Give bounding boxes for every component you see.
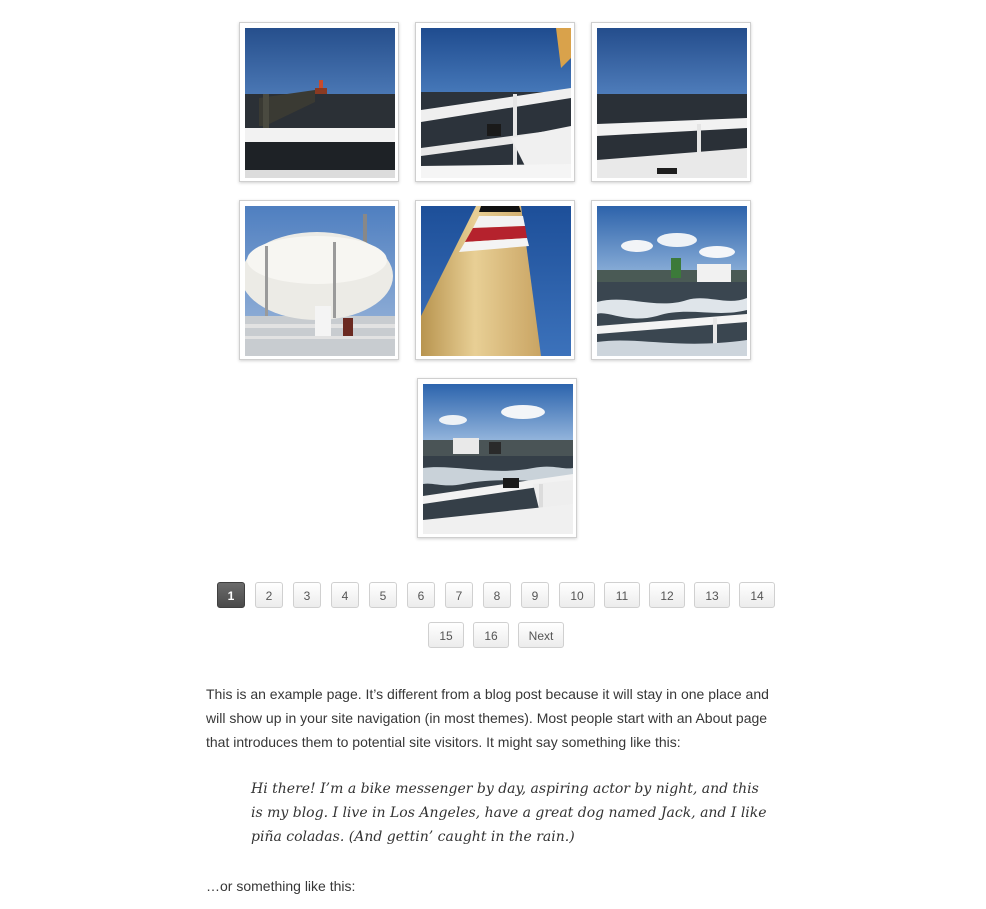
page-link-6[interactable]: 6	[407, 582, 435, 608]
photo-pier	[245, 28, 395, 178]
page-link-2[interactable]: 2	[255, 582, 283, 608]
page-link-10[interactable]: 10	[559, 582, 595, 608]
photo-horizon	[597, 28, 747, 178]
photo-funnel	[421, 206, 571, 356]
page-link-9[interactable]: 9	[521, 582, 549, 608]
page-link-11[interactable]: 11	[604, 582, 640, 608]
page-link-13[interactable]: 13	[694, 582, 730, 608]
gallery-thumbnail[interactable]	[591, 22, 751, 182]
page-link-16[interactable]: 16	[473, 622, 509, 648]
gallery-thumbnail[interactable]	[415, 22, 575, 182]
gallery-thumbnail[interactable]	[591, 200, 751, 360]
gallery-thumbnail[interactable]	[415, 200, 575, 360]
page-link-8[interactable]: 8	[483, 582, 511, 608]
photo-gallery	[0, 0, 986, 560]
example-quote: Hi there! I’m a bike messenger by day, a…	[251, 781, 767, 845]
page-link-4[interactable]: 4	[331, 582, 359, 608]
page-link-15[interactable]: 15	[428, 622, 464, 648]
page-link-12[interactable]: 12	[649, 582, 685, 608]
page-link-3[interactable]: 3	[293, 582, 321, 608]
photo-harbor	[597, 206, 747, 356]
photo-ship-deck	[423, 384, 573, 534]
photo-railing	[421, 28, 571, 178]
outro-paragraph: …or something like this:	[206, 878, 356, 894]
page-link-5[interactable]: 5	[369, 582, 397, 608]
intro-paragraph: This is an example page. It’s different …	[206, 686, 769, 750]
next-page-button[interactable]: Next	[518, 622, 564, 648]
page-link-14[interactable]: 14	[739, 582, 775, 608]
photo-lifeboat	[245, 206, 395, 356]
page-link-1[interactable]: 1	[217, 582, 245, 608]
gallery-thumbnail[interactable]	[239, 22, 399, 182]
gallery-thumbnail[interactable]	[239, 200, 399, 360]
gallery-pagination: 1 2 3 4 5 6 7 8 9 10 11 12 13 14 15 16 N…	[0, 582, 986, 652]
page-link-7[interactable]: 7	[445, 582, 473, 608]
gallery-thumbnail[interactable]	[417, 378, 577, 538]
